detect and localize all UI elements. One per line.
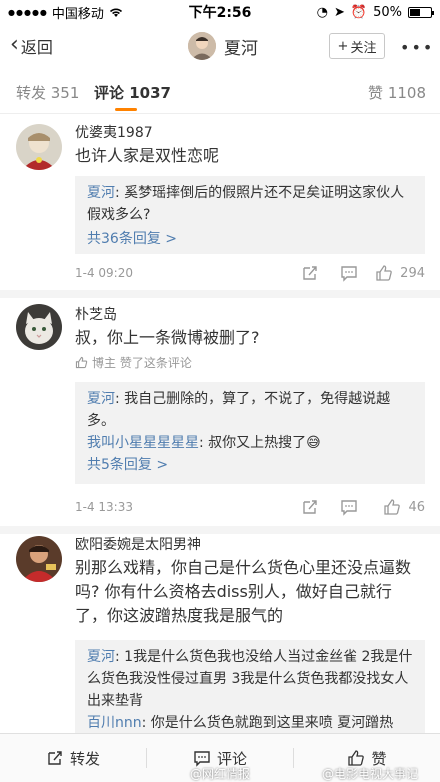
watermark: @网红情报 [190, 767, 251, 781]
divider [0, 290, 440, 298]
reply-item: 百川nnn: 你是什么货色就跑到这里来喷 夏河蹭热 [87, 712, 413, 733]
more-options-button[interactable]: ••• [400, 38, 434, 57]
comment-time: 1-4 13:33 [75, 500, 133, 514]
divider [0, 526, 440, 534]
comment-time: 1-4 09:20 [75, 266, 133, 280]
more-replies-link[interactable]: 共36条回复 > [87, 228, 413, 250]
share-icon [48, 751, 62, 765]
avatar[interactable] [16, 124, 62, 170]
author-liked-text: 博主 赞了这条评论 [92, 356, 192, 370]
follow-label: 关注 [350, 40, 377, 56]
reply-item: 我叫小星星星星星: 叔你又上热搜了😅 [87, 432, 413, 454]
more-replies-link[interactable]: 共5条回复 > [87, 454, 413, 476]
comment-icon[interactable] [340, 498, 358, 516]
alarm-icon: ⏰ [350, 4, 368, 20]
active-tab-indicator [115, 108, 137, 111]
comment-text: 也许人家是双性恋呢 [75, 146, 220, 165]
comment-text: 别那么戏精，你自己是什么货色心里还没点逼数吗? 你有什么资格去diss别人，做好… [75, 558, 412, 625]
watermark: @电影电视大事记 [322, 767, 419, 781]
reply-box[interactable]: 夏河: 我自己删除的，算了，不说了，免得越说越多。 我叫小星星星星星: 叔你又上… [75, 382, 425, 484]
comment-text: 叔，你上一条微博被删了? [75, 328, 260, 347]
share-icon[interactable] [301, 264, 319, 282]
reply-item: 夏河: 我自己删除的，算了，不说了，免得越说越多。 [87, 388, 413, 432]
nav-bar: ‹ 返回 夏河 + 关注 ••• [0, 24, 440, 68]
carrier-label: 中国移动 [51, 6, 104, 22]
comment-item: 欧阳委婉是太阳男神 别那么戏精，你自己是什么货色心里还没点逼数吗? 你有什么资格… [0, 534, 440, 733]
battery-percent: 50% [373, 4, 402, 20]
repost-button[interactable]: 转发 [0, 734, 146, 782]
avatar[interactable] [188, 32, 216, 60]
plus-icon: + [337, 38, 349, 54]
comment-item: 优婆夷1987 也许人家是双性恋呢 夏河: 奚梦瑶摔倒后的假照片还不足矣证明这家… [0, 114, 440, 290]
battery-icon [408, 6, 434, 18]
chevron-left-icon: ‹ [10, 32, 19, 57]
tab-comment[interactable]: 评论 1037 [94, 82, 171, 103]
commenter-name[interactable]: 欧阳委婉是太阳男神 [75, 534, 201, 554]
reply-text: : 1我是什么货色我也没给人当过金丝雀 2我是什么货色我没性侵过直男 3我是什么… [87, 649, 413, 709]
reply-author[interactable]: 百川nnn [87, 715, 142, 731]
wifi-icon [109, 8, 122, 17]
reply-author[interactable]: 夏河 [87, 185, 115, 201]
reply-box[interactable]: 夏河: 奚梦瑶摔倒后的假照片还不足矣证明这家伙人假戏多么? 共36条回复 > [75, 176, 425, 254]
like-icon[interactable] [375, 264, 393, 282]
tab-bar: 转发 351 评论 1037 赞 1108 [0, 70, 440, 114]
status-bar: ●●●●● 中国移动 下午2:56 ◔ ➤ ⏰ 50% [0, 0, 440, 24]
avatar[interactable] [16, 536, 62, 582]
reply-author[interactable]: 夏河 [87, 391, 115, 407]
nav-user[interactable]: 夏河 [188, 32, 258, 60]
like-count: 294 [400, 266, 425, 281]
like-icon[interactable] [383, 498, 401, 516]
share-icon[interactable] [301, 498, 319, 516]
reply-text: : 奚梦瑶摔倒后的假照片还不足矣证明这家伙人假戏多么? [87, 185, 405, 223]
reply-text: : 叔你又上热搜了😅 [199, 435, 321, 451]
reply-box[interactable]: 夏河: 1我是什么货色我也没给人当过金丝雀 2我是什么货色我没性侵过直男 3我是… [75, 640, 425, 733]
signal-icon: ●●●●● [8, 7, 48, 17]
lock-rotation-icon: ◔ [316, 4, 328, 20]
reply-item: 夏河: 奚梦瑶摔倒后的假照片还不足矣证明这家伙人假戏多么? [87, 182, 413, 226]
follow-button[interactable]: + 关注 [329, 33, 385, 59]
reply-item: 夏河: 1我是什么货色我也没给人当过金丝雀 2我是什么货色我没性侵过直男 3我是… [87, 646, 413, 712]
tab-repost[interactable]: 转发 351 [16, 82, 79, 103]
back-button[interactable]: ‹ 返回 [10, 34, 53, 58]
tab-like[interactable]: 赞 1108 [368, 82, 426, 103]
avatar[interactable] [16, 304, 62, 350]
comment-item: 朴芝岛 叔，你上一条微博被删了? 博主 赞了这条评论 夏河: 我自己删除的，算了… [0, 298, 440, 526]
repost-label: 转发 [69, 749, 100, 768]
comment-meta: 1-4 13:33 46 [75, 498, 425, 518]
page-title: 夏河 [224, 38, 258, 59]
reply-text: : 你是什么货色就跑到这里来喷 夏河蹭热 [141, 715, 394, 731]
comment-meta: 1-4 09:20 294 [75, 264, 425, 284]
reply-text: : 我自己删除的，算了，不说了，免得越说越多。 [87, 391, 391, 429]
like-icon [75, 356, 88, 369]
location-icon: ➤ [334, 4, 345, 20]
commenter-name[interactable]: 优婆夷1987 [75, 122, 153, 142]
reply-author[interactable]: 夏河 [87, 649, 115, 665]
commenter-name[interactable]: 朴芝岛 [75, 304, 117, 324]
comment-icon[interactable] [340, 264, 358, 282]
author-liked-note: 博主 赞了这条评论 [75, 354, 192, 371]
reply-author[interactable]: 我叫小星星星星星 [87, 435, 199, 451]
back-label: 返回 [20, 38, 53, 57]
like-count: 46 [408, 500, 425, 515]
